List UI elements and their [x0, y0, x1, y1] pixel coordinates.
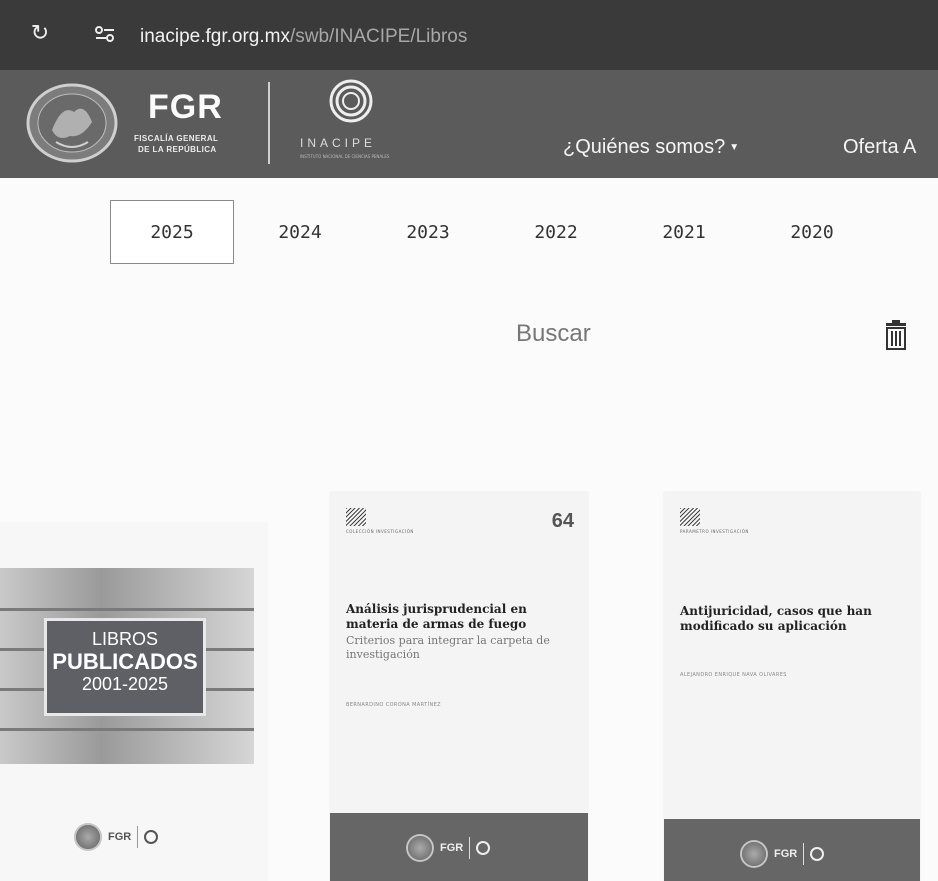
fgr-title: FGR — [148, 88, 223, 126]
nav-about-us[interactable]: ¿Quiénes somos? ▼ — [563, 136, 739, 159]
inacipe-name: INACIPE — [300, 136, 377, 150]
tab-2020[interactable]: 2020 — [750, 200, 874, 264]
inacipe-subtitle: INSTITUTO NACIONAL DE CIENCIAS PENALES — [300, 154, 390, 159]
mini-seal-icon — [740, 840, 768, 868]
tab-2024[interactable]: 2024 — [238, 200, 362, 264]
fgr-subtitle-1: FISCALÍA GENERAL — [134, 134, 219, 143]
book-card[interactable]: PARAMETRO INVESTIGACIÓN Antijuricidad, c… — [664, 492, 920, 881]
fgr-subtitle-2: DE LA REPÚBLICA — [138, 145, 217, 154]
mini-fgr: FGR — [108, 831, 132, 843]
mini-divider — [137, 826, 139, 848]
book-title: Análisis jurisprudencial en materia de a… — [346, 602, 527, 631]
tab-2022[interactable]: 2022 — [494, 200, 618, 264]
nav-about-label: ¿Quiénes somos? — [563, 136, 726, 158]
inacipe-logo-icon[interactable] — [328, 78, 374, 124]
book-card-promo[interactable]: LIBROS PUBLICADOS 2001-2025 FGR — [0, 522, 268, 881]
hatch-logo-icon — [346, 508, 366, 526]
tab-2025[interactable]: 2025 — [110, 200, 234, 264]
mini-fgr: FGR — [774, 848, 798, 860]
browser-address-bar: ↻ inacipe.fgr.org.mx/swb/INACIPE/Libros — [0, 0, 938, 70]
promo-line-3: 2001-2025 — [81, 674, 169, 694]
promo-label-box: LIBROS PUBLICADOS 2001-2025 — [44, 618, 206, 716]
footer-logos: FGR — [740, 839, 825, 869]
nav-oferta[interactable]: Oferta A — [843, 136, 916, 159]
nav-oferta-label: Oferta A — [843, 136, 917, 158]
fgr-logo[interactable]: FGR FISCALÍA GENERAL DE LA REPÚBLICA — [130, 88, 260, 163]
caret-down-icon: ▼ — [729, 142, 740, 153]
book-footer: FGR — [664, 819, 920, 881]
mini-divider — [803, 843, 805, 865]
mini-inacipe-icon — [144, 830, 159, 844]
promo-line-1: LIBROS — [91, 629, 159, 649]
reload-icon[interactable]: ↻ — [28, 22, 52, 46]
site-settings-icon[interactable] — [92, 22, 118, 46]
book-author: BERNARDINO CORONA MARTÍNEZ — [346, 702, 441, 708]
tab-2021[interactable]: 2021 — [622, 200, 746, 264]
trash-icon[interactable] — [884, 320, 908, 350]
mexico-seal-icon — [26, 83, 118, 163]
mini-inacipe-icon — [476, 841, 491, 855]
book-title: Antijuricidad, casos que han modificado … — [680, 604, 872, 633]
url-field[interactable]: inacipe.fgr.org.mx/swb/INACIPE/Libros — [140, 26, 467, 48]
book-footer: FGR — [330, 813, 588, 881]
url-host: inacipe.fgr.org.mx — [140, 26, 290, 47]
footer-logos: FGR — [406, 833, 491, 863]
site-header: FGR FISCALÍA GENERAL DE LA REPÚBLICA INA… — [0, 70, 938, 178]
book-collection: PARAMETRO INVESTIGACIÓN — [680, 529, 749, 534]
header-divider — [268, 82, 270, 164]
url-path: /swb/INACIPE/Libros — [289, 26, 468, 47]
promo-logos: FGR — [74, 822, 159, 852]
year-tabs: 2025 2024 2023 2022 2021 2020 — [110, 200, 910, 264]
book-subtitle: Criterios para integrar la carpeta de in… — [346, 634, 550, 661]
book-author: ALEJANDRO ENRIQUE NAVA OLIVARES — [680, 672, 787, 678]
mini-inacipe-icon — [810, 847, 825, 861]
book-collection: COLECCIÓN INVESTIGACIÓN — [346, 529, 414, 534]
book-number: 64 — [551, 510, 574, 532]
search-input[interactable]: Buscar — [516, 320, 591, 348]
mini-divider — [469, 837, 471, 859]
hatch-logo-icon — [680, 508, 700, 526]
book-card[interactable]: COLECCIÓN INVESTIGACIÓN 64 Análisis juri… — [330, 492, 588, 881]
mini-fgr: FGR — [440, 842, 464, 854]
mini-seal-icon — [406, 834, 434, 862]
mini-seal-icon — [74, 823, 102, 851]
promo-line-2: PUBLICADOS — [52, 649, 198, 674]
tab-2023[interactable]: 2023 — [366, 200, 490, 264]
